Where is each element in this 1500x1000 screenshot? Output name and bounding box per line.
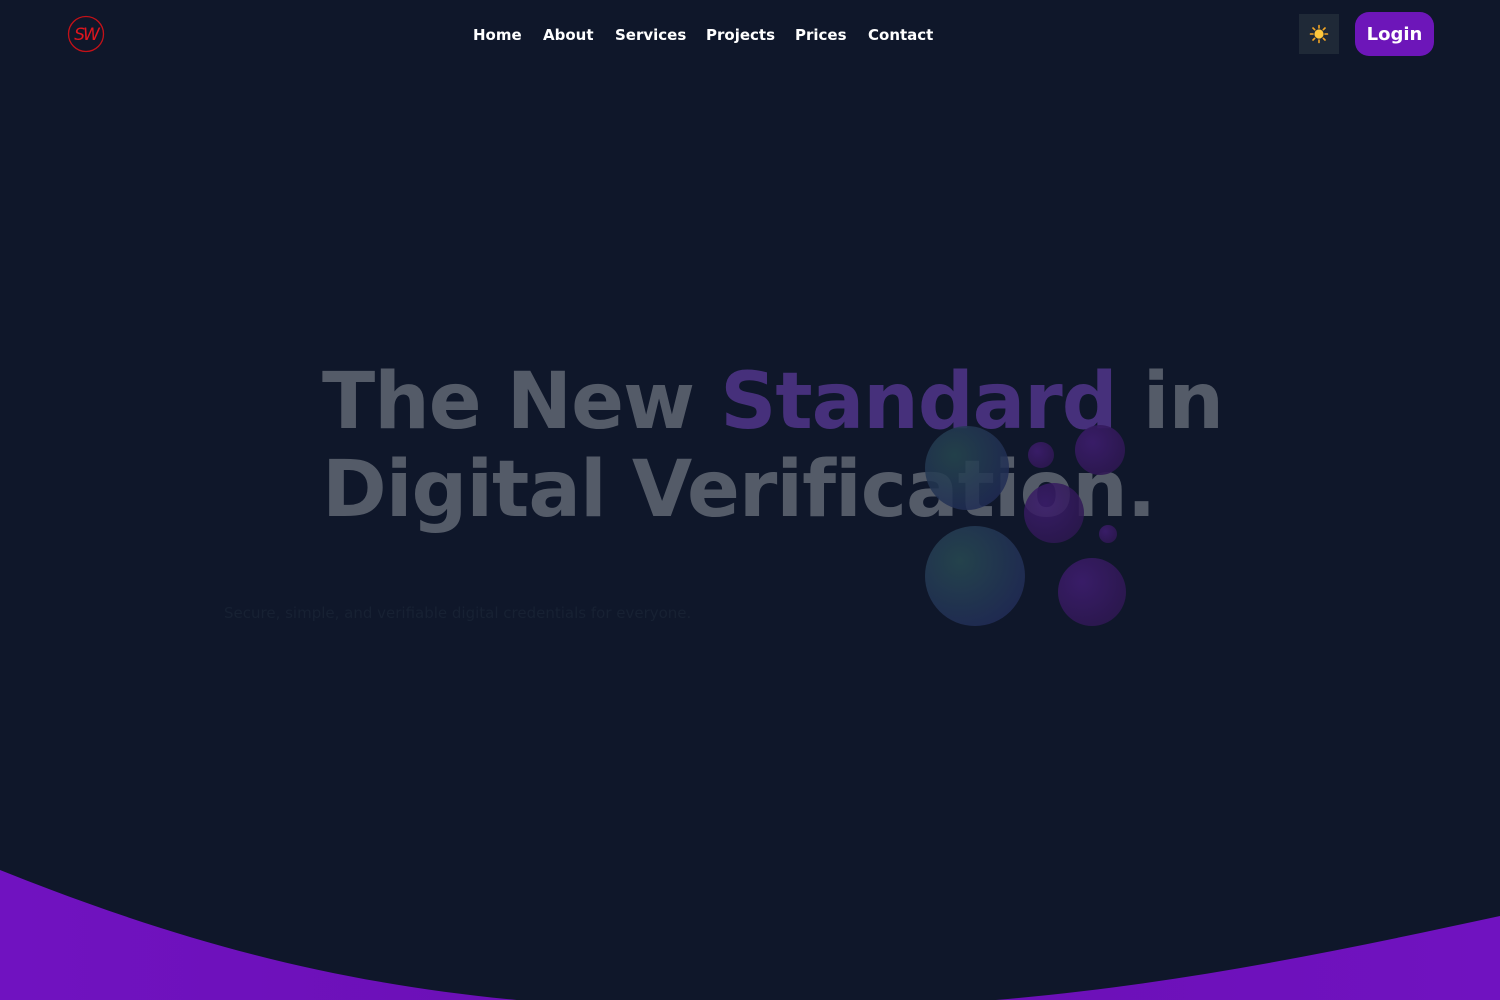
nav-contact[interactable]: Contact xyxy=(868,23,933,47)
hero-subtitle: Secure, simple, and verifiable digital c… xyxy=(224,604,692,622)
bubble xyxy=(925,526,1025,626)
bubble xyxy=(1058,558,1126,626)
hero-title-part1: The New xyxy=(322,357,721,447)
bubble xyxy=(1075,425,1125,475)
brand-logo-text: SW xyxy=(74,25,101,45)
landing-page: SW Home About Services Projects Prices C… xyxy=(0,0,1500,1000)
theme-toggle-button[interactable] xyxy=(1299,14,1339,54)
nav-home[interactable]: Home xyxy=(473,23,522,47)
bubble xyxy=(1099,525,1117,543)
nav-prices[interactable]: Prices xyxy=(795,23,847,47)
brand-logo[interactable]: SW xyxy=(67,15,105,53)
decorative-bubbles xyxy=(925,425,1126,626)
bottom-wave xyxy=(0,870,1500,1000)
bubble xyxy=(1028,442,1054,468)
nav-projects[interactable]: Projects xyxy=(706,23,775,47)
nav-about[interactable]: About xyxy=(543,23,594,47)
bubble xyxy=(925,426,1009,510)
login-button[interactable]: Login xyxy=(1355,12,1434,56)
main-nav: Home About Services Projects Prices Cont… xyxy=(0,23,1500,47)
bubble xyxy=(1024,483,1084,543)
sun-icon xyxy=(1309,24,1329,44)
nav-services[interactable]: Services xyxy=(615,23,686,47)
